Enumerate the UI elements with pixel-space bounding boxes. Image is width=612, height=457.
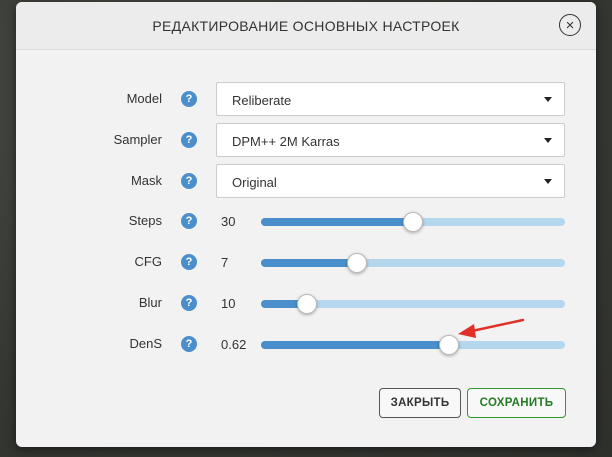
mask-row: Mask ? Original <box>16 164 596 198</box>
dens-slider-handle[interactable] <box>439 335 460 355</box>
chevron-down-icon <box>544 97 552 102</box>
model-select[interactable]: Reliberate <box>216 82 565 116</box>
help-icon[interactable]: ? <box>181 173 197 189</box>
settings-dialog: РЕДАКТИРОВАНИЕ ОСНОВНЫХ НАСТРОЕК × Model… <box>16 2 596 447</box>
close-button[interactable]: ЗАКРЫТЬ <box>379 388 461 418</box>
dens-label: DenS <box>129 336 162 351</box>
steps-slider[interactable] <box>261 212 565 232</box>
dens-slider-fill <box>261 341 450 349</box>
help-icon[interactable]: ? <box>181 336 197 352</box>
model-select-value: Reliberate <box>232 93 292 108</box>
help-icon[interactable]: ? <box>181 295 197 311</box>
dens-value: 0.62 <box>221 337 247 352</box>
save-button[interactable]: СОХРАНИТЬ <box>467 388 566 418</box>
blur-slider-handle[interactable] <box>296 294 317 314</box>
steps-row: Steps ? 30 <box>16 204 596 238</box>
chevron-down-icon <box>544 138 552 143</box>
chevron-down-icon <box>544 179 552 184</box>
close-icon[interactable]: × <box>559 14 581 36</box>
steps-value: 30 <box>221 214 236 229</box>
sampler-row: Sampler ? DPM++ 2M Karras <box>16 123 596 157</box>
dialog-title: РЕДАКТИРОВАНИЕ ОСНОВНЫХ НАСТРОЕК <box>152 18 460 34</box>
blur-row: Blur ? 10 <box>16 286 596 320</box>
model-row: Model ? Reliberate <box>16 82 596 116</box>
cfg-row: CFG ? 7 <box>16 245 596 279</box>
dens-row: DenS ? 0.62 <box>16 327 596 361</box>
sampler-select[interactable]: DPM++ 2M Karras <box>216 123 565 157</box>
model-label: Model <box>126 91 162 106</box>
dens-slider[interactable] <box>261 335 565 355</box>
mask-select[interactable]: Original <box>216 164 565 198</box>
steps-slider-fill <box>261 218 413 226</box>
cfg-slider-handle[interactable] <box>346 253 367 273</box>
cfg-label: CFG <box>134 254 162 269</box>
steps-slider-handle[interactable] <box>403 212 423 232</box>
help-icon[interactable]: ? <box>181 132 197 148</box>
mask-label: Mask <box>130 173 162 188</box>
blur-label: Blur <box>138 295 162 310</box>
blur-value: 10 <box>221 296 236 311</box>
cfg-slider-fill <box>261 259 357 267</box>
help-icon[interactable]: ? <box>181 213 197 229</box>
blur-slider[interactable] <box>261 294 565 314</box>
help-icon[interactable]: ? <box>181 91 197 107</box>
steps-label: Steps <box>128 213 162 228</box>
cfg-value: 7 <box>221 255 229 270</box>
help-icon[interactable]: ? <box>181 254 197 270</box>
sampler-label: Sampler <box>113 132 162 147</box>
cfg-slider[interactable] <box>261 253 565 273</box>
sampler-select-value: DPM++ 2M Karras <box>232 134 340 149</box>
dialog-header: РЕДАКТИРОВАНИЕ ОСНОВНЫХ НАСТРОЕК × <box>16 2 596 50</box>
mask-select-value: Original <box>232 175 277 190</box>
